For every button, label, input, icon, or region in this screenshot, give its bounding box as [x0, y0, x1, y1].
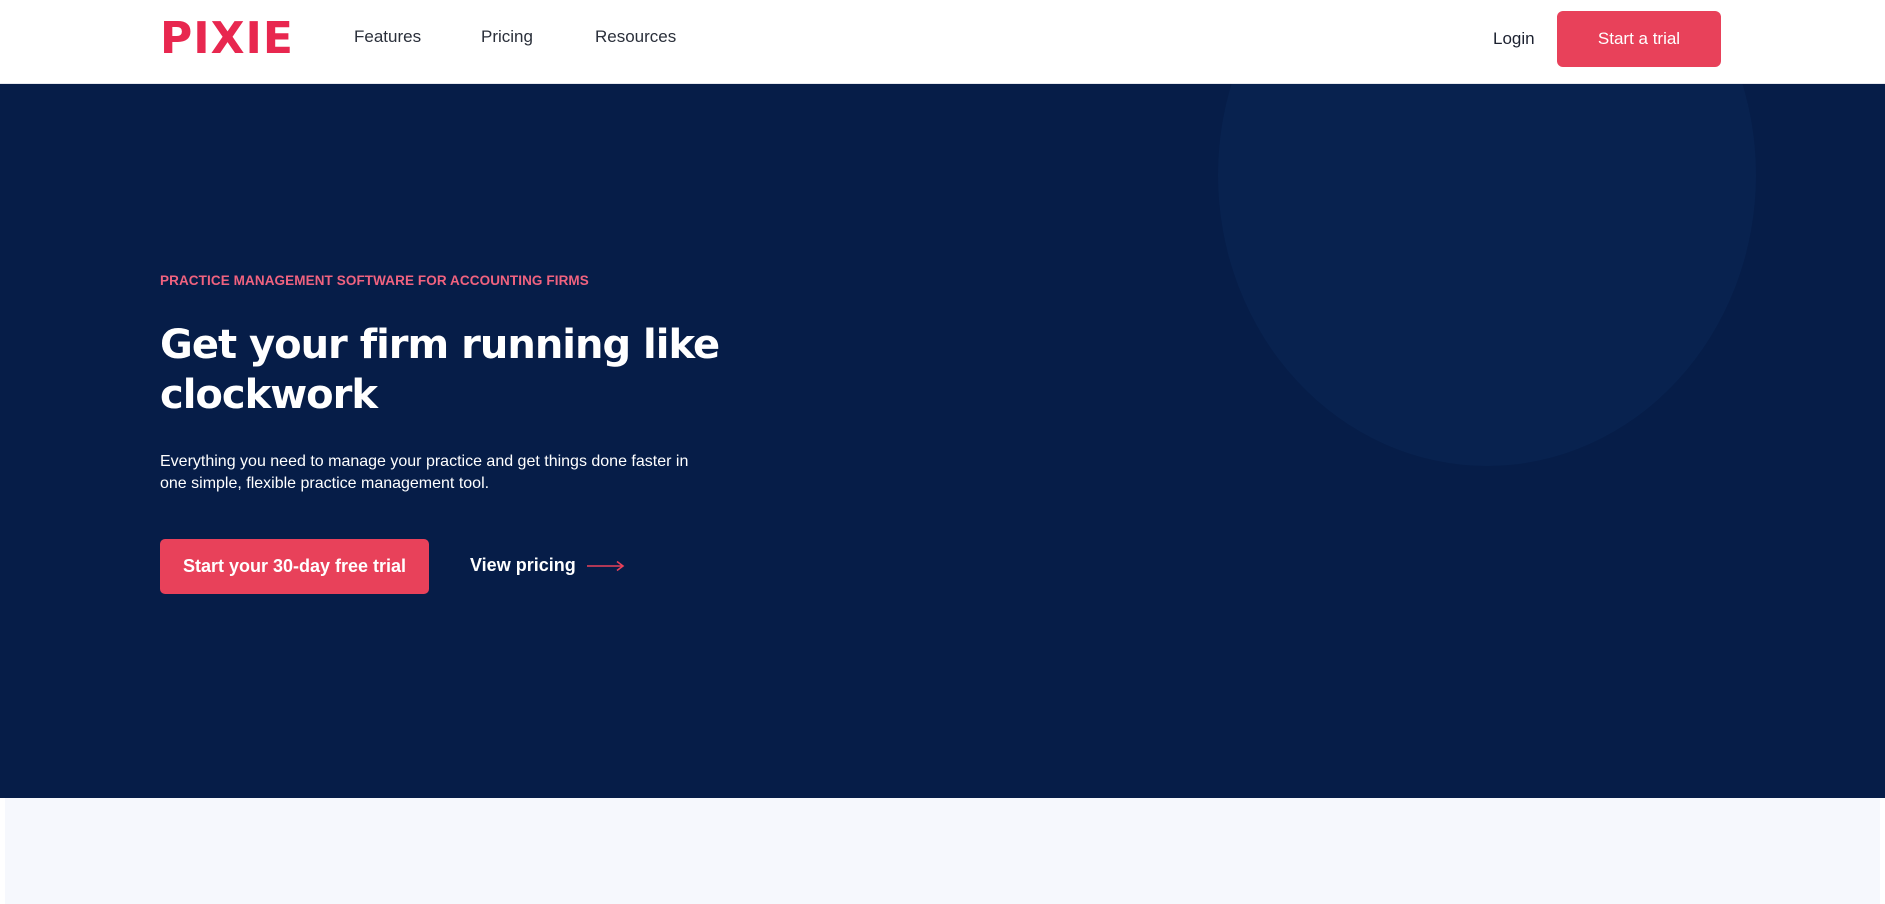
- nav-link-features[interactable]: Features: [354, 27, 421, 47]
- pixie-logo[interactable]: PIXIE: [160, 16, 294, 62]
- view-pricing-label: View pricing: [470, 555, 576, 575]
- login-link[interactable]: Login: [1493, 29, 1535, 49]
- top-navigation-bar: PIXIE Features Pricing Resources Login S…: [0, 0, 1885, 84]
- decorative-circle: [1218, 84, 1756, 466]
- arrow-right-icon: [586, 560, 625, 571]
- hero-headline: Get your firm running like clockwork: [160, 322, 720, 418]
- hero-eyebrow: PRACTICE MANAGEMENT SOFTWARE FOR ACCOUNT…: [160, 273, 589, 288]
- hero-subtext: Everything you need to manage your pract…: [160, 453, 689, 492]
- start-trial-button[interactable]: Start a trial: [1557, 11, 1721, 67]
- hero-section: PRACTICE MANAGEMENT SOFTWARE FOR ACCOUNT…: [0, 84, 1885, 798]
- nav-link-pricing[interactable]: Pricing: [481, 27, 533, 47]
- nav-link-resources[interactable]: Resources: [595, 27, 676, 47]
- view-pricing-link[interactable]: View pricing: [470, 555, 626, 576]
- free-trial-cta-button[interactable]: Start your 30-day free trial: [160, 539, 429, 594]
- next-section-background: [5, 798, 1880, 904]
